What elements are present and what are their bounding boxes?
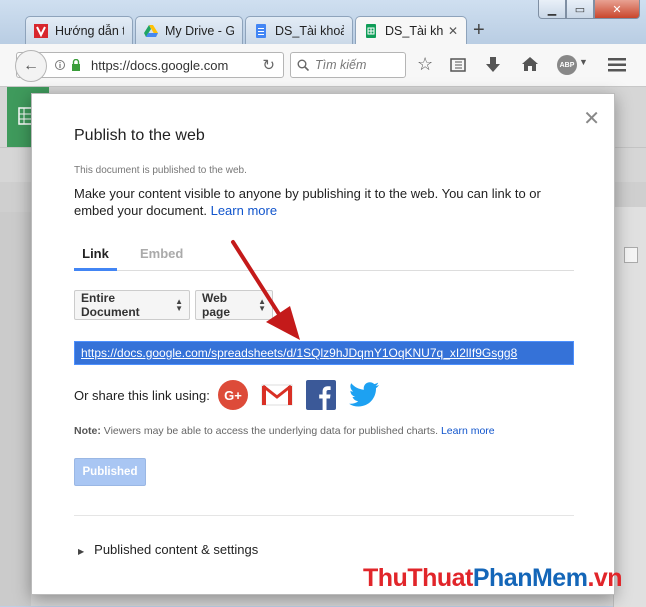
watermark-logo: ThuThuatPhanMem.vn	[363, 564, 623, 593]
watermark-part3: .vn	[587, 564, 623, 592]
watermark-part2: PhanMem	[472, 564, 588, 592]
annotation-arrow-icon	[231, 240, 300, 340]
watermark-part1: ThuThuat	[363, 564, 473, 592]
